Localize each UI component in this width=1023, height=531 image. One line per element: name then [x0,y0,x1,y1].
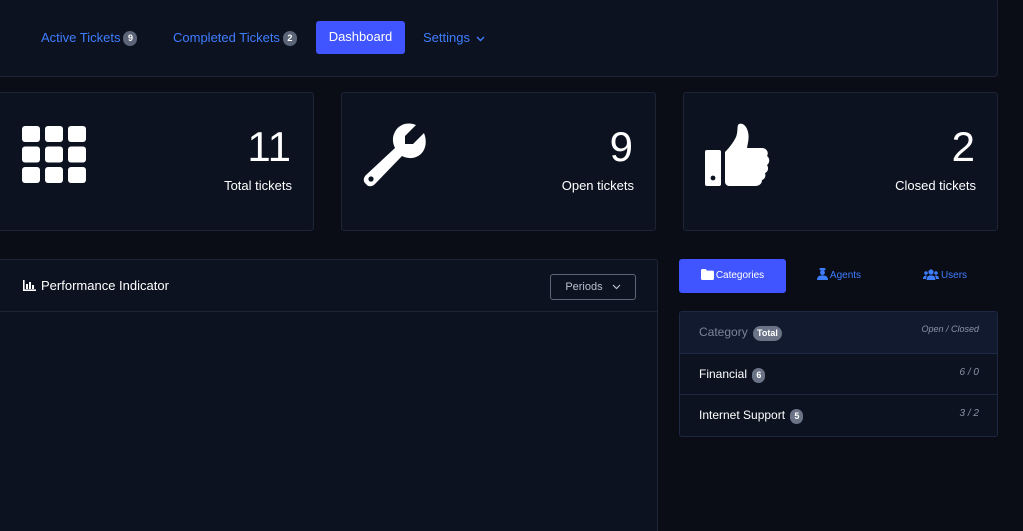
tab-agents-label: Agents [829,270,862,281]
stat-value-open: 9 [609,123,633,170]
stat-card-total: 11 Total tickets [0,92,314,231]
top-nav-bar: Active Tickets 9 Completed Tickets 2 Dashb… [0,0,998,77]
open-closed-header: Open / Closed [921,324,979,334]
category-column-header: Category Total [699,325,782,341]
periods-dropdown[interactable]: Periods [550,274,636,300]
nav-completed-tickets[interactable]: Completed Tickets 2 [173,21,297,54]
stat-label-total: Total tickets [224,178,292,193]
wrench-icon [362,121,428,192]
category-name: Internet Support 5 [699,408,804,424]
stat-value-total: 11 [247,123,291,170]
stat-card-open: 9 Open tickets [341,92,656,231]
category-name: Financial 6 [699,367,766,383]
performance-panel: Performance Indicator Periods [0,259,658,531]
performance-header: Performance Indicator Periods [0,260,657,312]
nav-settings-label: Settings [423,30,470,45]
nav-active-tickets-label: Active Tickets [41,30,121,45]
tab-users[interactable]: Users [892,259,998,293]
periods-label: Periods [565,281,603,293]
categories-table: Category Total Open / Closed Financial 6… [679,311,998,437]
stat-label-open: Open tickets [561,178,634,193]
tab-agents[interactable]: Agents [786,259,892,293]
grid-icon [22,126,86,188]
completed-tickets-badge: 2 [282,31,297,46]
table-header: Category Total Open / Closed [680,312,997,354]
category-label: Financial [699,367,748,381]
tab-users-label: Users [940,270,968,281]
nav-dashboard[interactable]: Dashboard [316,21,405,54]
thumbs-up-icon [705,122,771,193]
active-tickets-badge: 9 [123,31,138,46]
category-label: Internet Support [699,408,786,422]
chevron-down-icon [476,21,485,54]
stats-tabs: Categories Agents Users [679,259,998,293]
stat-label-closed: Closed tickets [895,178,976,193]
table-row[interactable]: Internet Support 5 3 / 2 [680,395,997,436]
bar-chart-icon [23,278,41,293]
total-badge: Total [753,326,782,341]
category-open-closed: 3 / 2 [959,408,979,419]
users-icon [922,269,941,281]
agent-icon [816,268,830,281]
stat-value-closed: 2 [951,123,975,170]
tab-categories-label: Categories [715,270,765,281]
tab-categories[interactable]: Categories [679,259,786,293]
category-total-badge: 5 [790,409,804,424]
folder-icon [700,269,716,281]
performance-title: Performance Indicator [23,278,169,293]
stat-card-closed: 2 Closed tickets [683,92,998,231]
performance-title-text: Performance Indicator [41,278,169,293]
category-open-closed: 6 / 0 [959,367,979,378]
table-row[interactable]: Financial 6 6 / 0 [680,354,997,395]
nav-completed-tickets-label: Completed Tickets [173,30,280,45]
category-header-label: Category [699,325,748,339]
category-total-badge: 6 [752,368,766,383]
chevron-down-icon [612,275,621,299]
nav-active-tickets[interactable]: Active Tickets 9 [41,21,138,54]
nav-settings-dropdown[interactable]: Settings [423,21,485,54]
